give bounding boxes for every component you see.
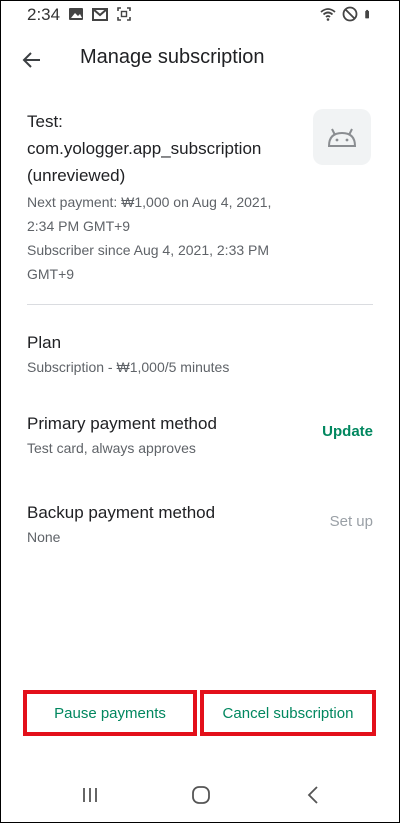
primary-payment-detail: Test card, always approves — [27, 440, 196, 456]
image-icon — [69, 8, 83, 20]
backup-payment-detail: None — [27, 529, 61, 545]
pause-payments-button[interactable]: Pause payments — [23, 690, 197, 736]
product-name: Test: com.yologger.app_subscription (unr… — [27, 108, 297, 189]
backup-payment-title: Backup payment method — [27, 503, 216, 522]
divider — [27, 304, 373, 305]
battery-icon — [365, 9, 369, 19]
back-button[interactable] — [16, 44, 48, 76]
plan-title: Plan — [27, 333, 62, 352]
back-icon — [307, 786, 318, 804]
next-payment-text: Next payment: ₩1,000 on Aug 4, 2021, 2:3… — [27, 194, 272, 234]
product-name-line: com.yologger.app_subscription — [27, 139, 262, 158]
recents-button[interactable] — [75, 782, 105, 808]
primary-payment-title: Primary payment method — [27, 414, 217, 433]
screenshot-icon — [117, 7, 131, 21]
status-bar: 2:34 — [0, 0, 400, 30]
gmail-icon — [92, 8, 108, 21]
arrow-back-icon — [22, 52, 40, 68]
home-button[interactable] — [186, 782, 216, 808]
set-up-button[interactable]: Set up — [330, 513, 373, 530]
status-time: 2:34 — [27, 5, 61, 24]
update-button[interactable]: Update — [322, 423, 373, 440]
do-not-disturb-icon — [342, 6, 358, 22]
cancel-subscription-button[interactable]: Cancel subscription — [200, 690, 376, 736]
home-icon — [192, 786, 210, 804]
product-name-line: Test: — [27, 112, 63, 131]
top-app-bar: Manage subscription — [0, 36, 400, 82]
app-icon — [313, 109, 371, 165]
plan-detail: Subscription - ₩1,000/5 minutes — [27, 359, 230, 375]
recents-icon — [83, 788, 97, 802]
nav-back-button[interactable] — [298, 782, 328, 808]
notification-icons — [68, 6, 132, 22]
page-title: Manage subscription — [80, 46, 265, 68]
system-icons — [320, 6, 374, 22]
android-icon — [327, 128, 357, 147]
wifi-icon — [320, 8, 336, 21]
navigation-bar — [0, 768, 400, 822]
product-name-line: (unreviewed) — [27, 166, 126, 185]
subscriber-since-text: Subscriber since Aug 4, 2021, 2:33 PM GM… — [27, 242, 270, 282]
product-details: Next payment: ₩1,000 on Aug 4, 2021, 2:3… — [27, 190, 297, 286]
